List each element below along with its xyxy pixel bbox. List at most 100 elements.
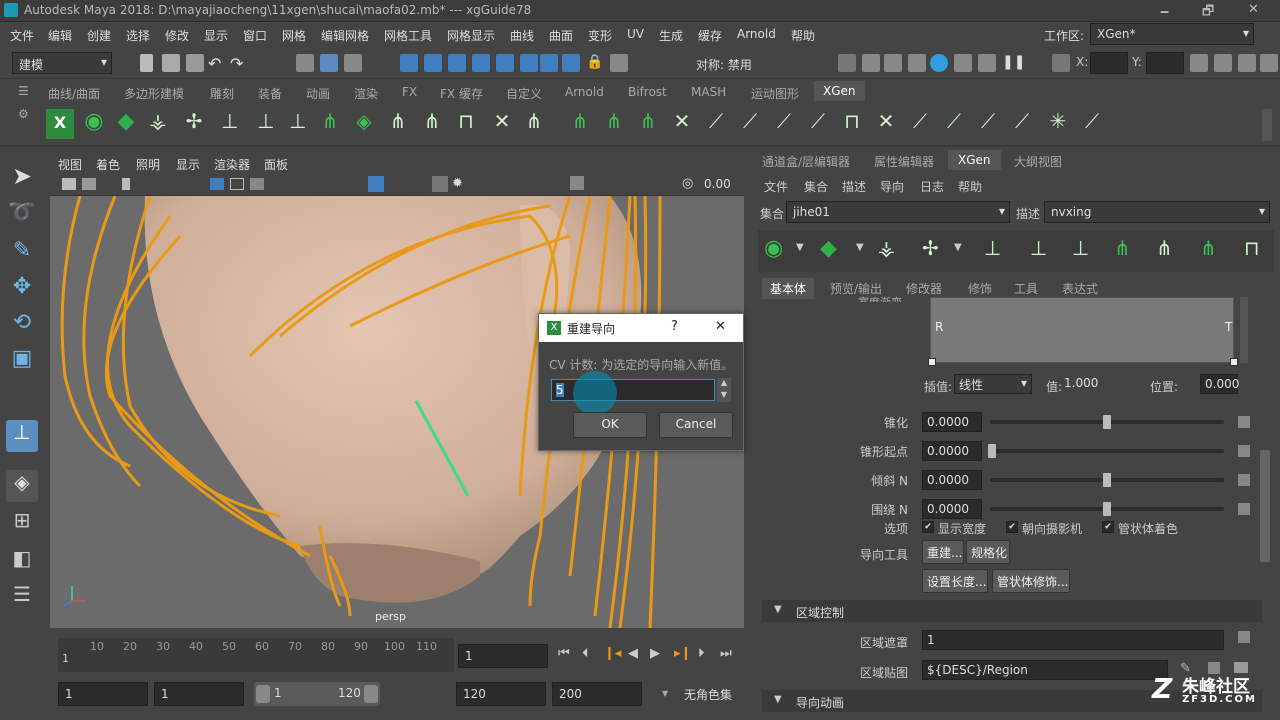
rebuild-button[interactable]: 重建... — [922, 540, 964, 564]
guide-grass2-icon[interactable]: ⋔ — [1200, 236, 1217, 260]
outliner-toggle-icon[interactable] — [1214, 54, 1232, 72]
pause-icon[interactable]: ❚❚ — [1002, 54, 1025, 72]
single-view-icon[interactable]: ◈ — [6, 470, 38, 502]
param-value-field[interactable]: 0.0000 — [922, 499, 982, 519]
guide-cap-icon[interactable]: ⊓ — [452, 109, 480, 139]
menu-uv[interactable]: UV — [627, 27, 644, 41]
xgen-menu-description[interactable]: 描述 — [842, 178, 866, 195]
ramp-value-field[interactable]: 1.000 — [1060, 374, 1098, 394]
menu-surfaces[interactable]: 曲面 — [549, 27, 573, 44]
ramp-position-field[interactable]: 0.000 — [1200, 374, 1239, 394]
chevron-down-icon[interactable]: ▼ — [954, 242, 962, 253]
range-handle-end[interactable] — [364, 685, 378, 703]
subtab-grooming[interactable]: 修饰 — [968, 280, 992, 297]
groom-brush4-icon[interactable]: ⟋ — [804, 109, 832, 139]
open-scene-icon[interactable] — [162, 54, 180, 72]
shelf-menu-icon[interactable]: ⚙ — [18, 107, 29, 121]
snap-surface-icon[interactable] — [496, 54, 514, 72]
cancel-button[interactable]: Cancel — [659, 412, 733, 438]
save-scene-icon[interactable] — [186, 54, 204, 72]
guide-lock-icon[interactable]: ⊥ — [1072, 236, 1089, 260]
shelf-tab-curves[interactable]: 曲线/曲面 — [48, 85, 100, 102]
snap-vertex-icon[interactable] — [520, 54, 538, 72]
shelf-tab-rigging[interactable]: 装备 — [258, 85, 282, 102]
exposure-icon[interactable]: ◎ — [682, 176, 693, 191]
groom-brush7-icon[interactable]: ⟋ — [906, 109, 934, 139]
step-forward-key-icon[interactable]: ⏵ — [698, 646, 705, 661]
vp-menu-renderer[interactable]: 渲染器 — [214, 156, 250, 173]
menu-mesh-display[interactable]: 网格显示 — [447, 27, 495, 44]
grass-groom-icon[interactable]: ⋔ — [566, 109, 594, 139]
shelf-tab-arnold[interactable]: Arnold — [565, 85, 604, 99]
smooth-shade-icon[interactable] — [250, 178, 264, 190]
expression-icon[interactable] — [1238, 416, 1250, 428]
ramp-handle-right[interactable] — [1230, 358, 1238, 366]
preview-eye-icon[interactable]: ◉ — [764, 236, 783, 261]
param-value-field[interactable]: 0.0000 — [922, 412, 982, 432]
groom-burst-icon[interactable]: ✳ — [1044, 109, 1072, 139]
groom-brush9-icon[interactable]: ⟋ — [974, 109, 1002, 139]
camera-icon[interactable] — [62, 178, 76, 190]
snap-view-icon[interactable] — [472, 54, 490, 72]
xgen-menu-file[interactable]: 文件 — [764, 178, 788, 195]
shelf-tab-fx[interactable]: FX — [402, 85, 417, 99]
groom-brush10-icon[interactable]: ⟋ — [1008, 109, 1036, 139]
ramp-handle-left[interactable] — [928, 358, 936, 366]
dialog-close-icon[interactable]: ✕ — [715, 319, 726, 334]
symmetry-label[interactable]: 对称: 禁用 — [696, 56, 752, 73]
shelf-tab-animation[interactable]: 动画 — [306, 85, 330, 102]
playback-end-field[interactable]: 120 — [456, 682, 546, 706]
tab-attribute-editor[interactable]: 属性编辑器 — [874, 153, 934, 170]
shelf-tab-sculpt[interactable]: 雕刻 — [210, 85, 234, 102]
vp-menu-view[interactable]: 视图 — [58, 156, 82, 173]
add-guide-icon[interactable]: ⚶ — [878, 236, 895, 260]
expression-icon[interactable] — [1238, 445, 1250, 457]
groom-cut-icon[interactable]: ✕ — [668, 109, 696, 139]
width-ramp-graph[interactable]: R T — [930, 297, 1234, 363]
new-scene-icon[interactable] — [140, 54, 153, 72]
vp-menu-show[interactable]: 显示 — [176, 156, 200, 173]
menu-edit[interactable]: 编辑 — [48, 27, 72, 44]
lock-icon[interactable]: 🔒 — [586, 54, 604, 72]
vp-menu-panels[interactable]: 面板 — [264, 156, 288, 173]
move-tool-icon[interactable]: ✥ — [6, 274, 38, 306]
mode-dropdown[interactable]: 建模 ▾ — [12, 52, 112, 74]
description-dropdown[interactable]: nvxing ▾ — [1044, 201, 1270, 223]
groom-brush8-icon[interactable]: ⟋ — [940, 109, 968, 139]
render-icon[interactable] — [862, 54, 880, 72]
spin-up-icon[interactable]: ▲ — [717, 378, 731, 390]
groom-brush2-icon[interactable]: ⟋ — [736, 109, 764, 139]
groom-brush1-icon[interactable]: ⟋ — [702, 109, 730, 139]
lasso-tool-icon[interactable]: ➰ — [6, 200, 38, 232]
leaf-icon[interactable]: ◆ — [112, 109, 140, 139]
menu-file[interactable]: 文件 — [10, 27, 34, 44]
gear-icon[interactable]: ☰ — [18, 84, 29, 98]
wireframe-icon[interactable] — [230, 178, 244, 190]
select-component-icon[interactable] — [344, 54, 362, 72]
snap-grid2-icon[interactable] — [540, 54, 558, 72]
menu-display[interactable]: 显示 — [204, 27, 228, 44]
xgen-menu-log[interactable]: 日志 — [920, 178, 944, 195]
minimize-icon[interactable]: 🗕 — [1160, 2, 1169, 24]
slider-knob[interactable] — [1103, 473, 1111, 487]
transform-icon[interactable] — [1052, 54, 1070, 72]
x-field[interactable] — [1090, 52, 1128, 74]
sidebar-toggle-icon[interactable] — [1190, 54, 1208, 72]
shelf-tab-motion-graphics[interactable]: 运动图形 — [751, 85, 799, 102]
guide-bend-icon[interactable]: ⋔ — [384, 109, 412, 139]
tab-channel-box[interactable]: 通道盒/层编辑器 — [762, 153, 850, 170]
ipr-icon[interactable] — [884, 54, 902, 72]
set-length-button[interactable]: 设置长度... — [922, 569, 988, 593]
menu-cache[interactable]: 缓存 — [698, 27, 722, 44]
rotate-tool-icon[interactable]: ⟲ — [6, 310, 38, 342]
expression-icon[interactable] — [1238, 474, 1250, 486]
groom-comb-icon[interactable]: ⋔ — [634, 109, 662, 139]
play-back-icon[interactable]: ◀ — [628, 646, 638, 661]
slider-knob[interactable] — [988, 444, 996, 458]
four-view-icon[interactable]: ⊞ — [6, 508, 38, 540]
arnold-render-icon[interactable] — [978, 54, 996, 72]
menu-help[interactable]: 帮助 — [791, 27, 815, 44]
cube-shaded-icon[interactable] — [368, 176, 384, 192]
xgen-menu-help[interactable]: 帮助 — [958, 178, 982, 195]
character-set-label[interactable]: 无角色集 — [684, 686, 732, 703]
